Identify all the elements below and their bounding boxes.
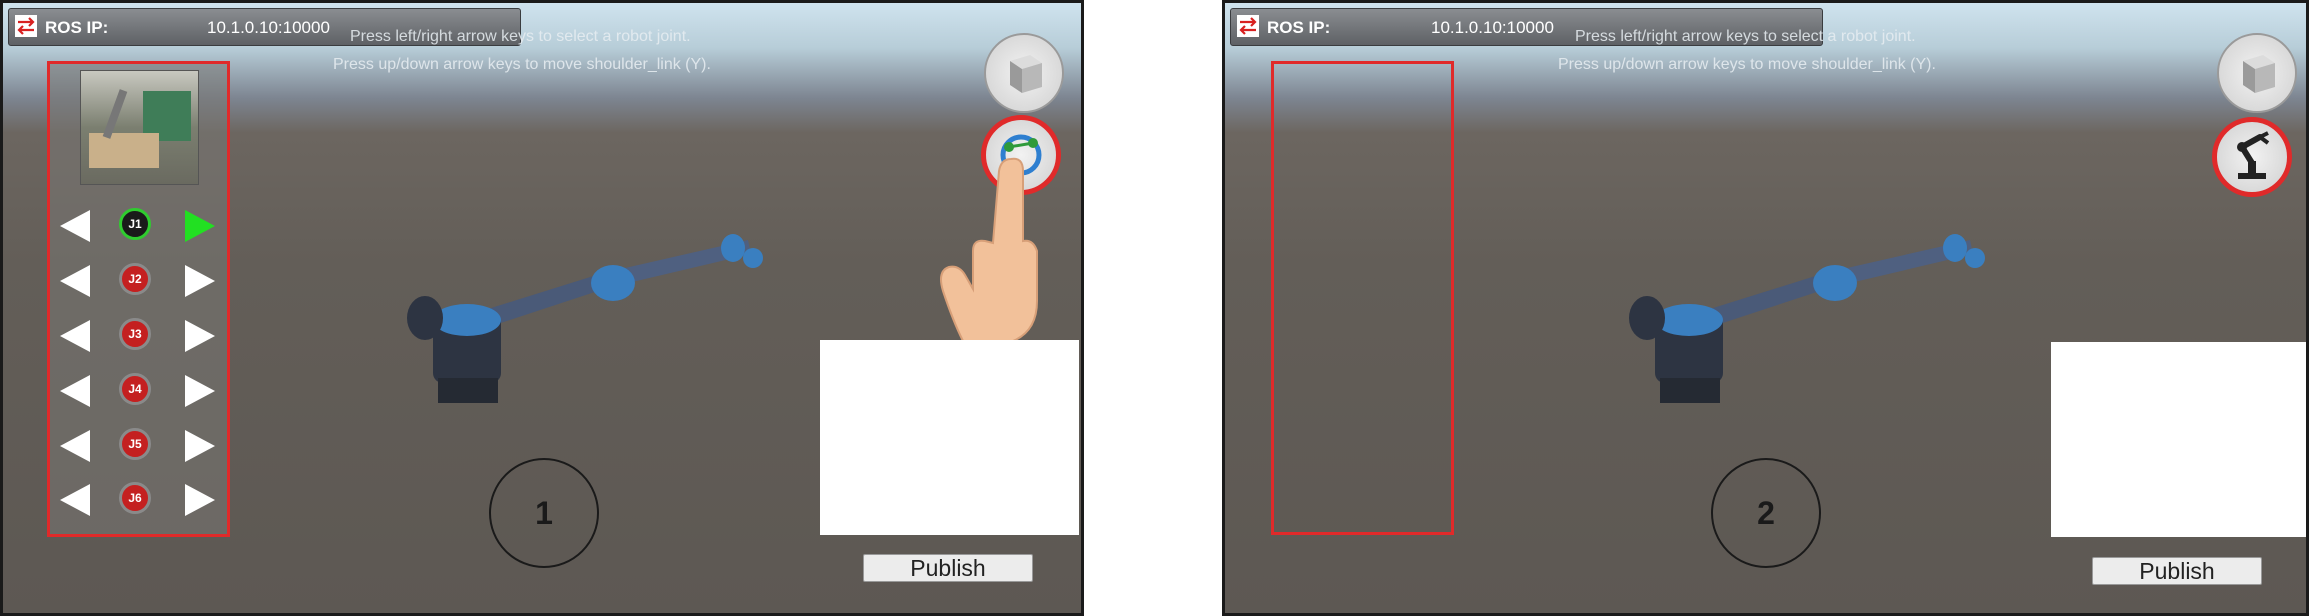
joint-row-j3: J3 [50, 314, 227, 354]
joint-row-j5: J5 [50, 424, 227, 464]
hint-select-joint: Press left/right arrow keys to select a … [350, 28, 691, 45]
ros-ip-value: 10.1.0.10:10000 [207, 18, 330, 37]
joint-right-arrow[interactable] [185, 210, 215, 242]
publish-button[interactable]: Publish [2092, 557, 2262, 585]
screenshot-panel-2: ROS IP: 10.1.0.10:10000 Press left/right… [1222, 0, 2309, 616]
joint-badge[interactable]: J3 [119, 318, 151, 350]
camera-thumbnail [80, 70, 199, 185]
joint-badge[interactable]: J1 [119, 208, 151, 240]
hint-move-joint: Press up/down arrow keys to move shoulde… [1558, 56, 1936, 73]
joint-badge[interactable]: J6 [119, 482, 151, 514]
joint-left-arrow[interactable] [60, 210, 90, 242]
connection-arrows-icon[interactable] [15, 15, 37, 37]
joint-left-arrow[interactable] [60, 375, 90, 407]
hint-select-joint: Press left/right arrow keys to select a … [1575, 28, 1916, 45]
cube-view-button[interactable] [984, 33, 1064, 113]
robot-arm-view-button[interactable] [2212, 117, 2292, 197]
cube-view-button[interactable] [2217, 33, 2297, 113]
joint-control-panel: J1 J2 J3 J4 J5 J6 [47, 61, 230, 537]
joint-right-arrow[interactable] [185, 430, 215, 462]
output-preview-box [820, 340, 1079, 535]
joint-badge[interactable]: J2 [119, 263, 151, 295]
step-number-circle: 2 [1711, 458, 1821, 568]
step-number-circle: 1 [489, 458, 599, 568]
joint-row-j1: J1 [50, 204, 227, 244]
connection-arrows-icon[interactable] [1237, 15, 1259, 37]
pointing-hand-icon [940, 157, 1038, 342]
cube-icon [2243, 55, 2275, 93]
robot-arm-model[interactable] [1625, 228, 1985, 418]
robot-arm-model[interactable] [403, 228, 763, 418]
joint-left-arrow[interactable] [60, 320, 90, 352]
joint-right-arrow[interactable] [185, 375, 215, 407]
screenshot-panel-1: ROS IP: 10.1.0.10:10000 Press left/right… [0, 0, 1084, 616]
joint-left-arrow[interactable] [60, 430, 90, 462]
hint-move-joint: Press up/down arrow keys to move shoulde… [333, 56, 711, 73]
joint-row-j6: J6 [50, 478, 227, 518]
joint-left-arrow[interactable] [60, 484, 90, 516]
joint-right-arrow[interactable] [185, 484, 215, 516]
ros-ip-value: 10.1.0.10:10000 [1431, 18, 1554, 37]
joint-row-j4: J4 [50, 369, 227, 409]
cube-icon [1010, 55, 1042, 93]
output-preview-box [2051, 342, 2306, 537]
joint-right-arrow[interactable] [185, 320, 215, 352]
joint-row-j2: J2 [50, 259, 227, 299]
ros-ip-label: ROS IP: [45, 18, 109, 37]
hidden-joint-panel-area [1271, 61, 1454, 535]
joint-left-arrow[interactable] [60, 265, 90, 297]
joint-badge[interactable]: J4 [119, 373, 151, 405]
joint-right-arrow[interactable] [185, 265, 215, 297]
ros-ip-label: ROS IP: [1267, 18, 1331, 37]
robot-arm-icon [2237, 131, 2270, 179]
joint-badge[interactable]: J5 [119, 428, 151, 460]
publish-button[interactable]: Publish [863, 554, 1033, 582]
